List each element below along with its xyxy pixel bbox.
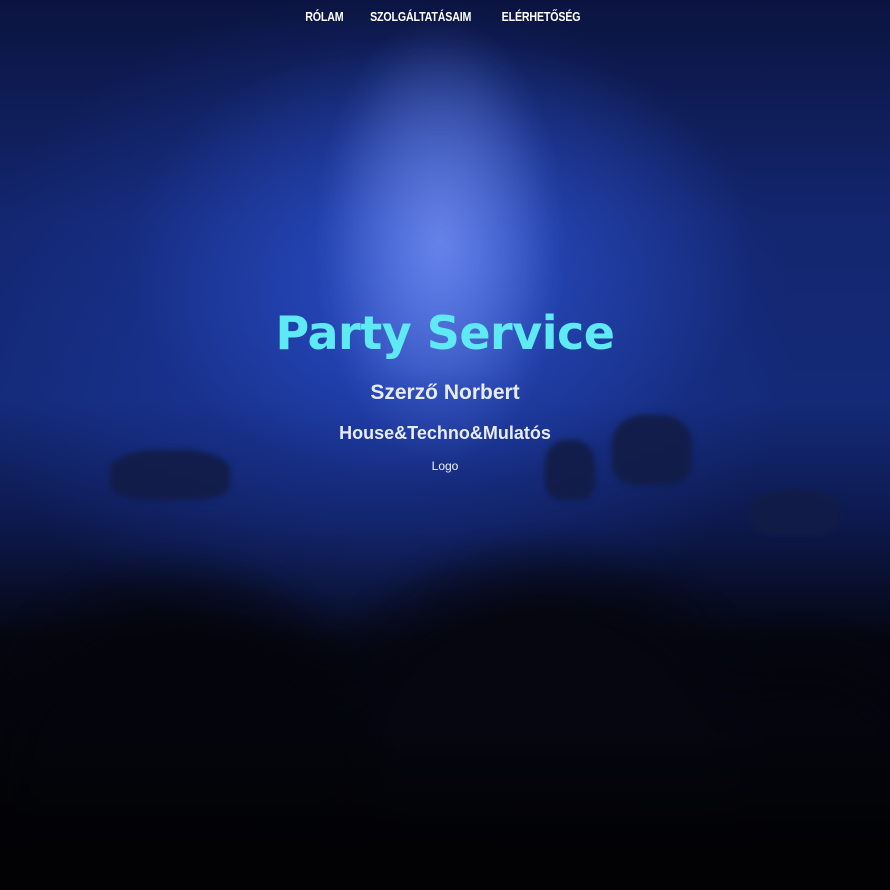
page: RÓLAM SZOLGÁLTATÁSAIM ELÉRHETŐSÉG Party … bbox=[0, 0, 890, 890]
nav-link-services[interactable]: SZOLGÁLTATÁSAIM bbox=[370, 9, 471, 24]
main-navigation: RÓLAM SZOLGÁLTATÁSAIM ELÉRHETŐSÉG bbox=[0, 9, 890, 24]
hero-title: Party Service bbox=[275, 306, 615, 360]
artist-name: Szerző Norbert bbox=[370, 381, 520, 404]
logo-image-alt: Logo bbox=[431, 459, 459, 473]
nav-link-about[interactable]: RÓLAM bbox=[305, 9, 343, 24]
music-genres: House&Techno&Mulatós bbox=[339, 423, 551, 443]
bottom-fade bbox=[0, 730, 890, 890]
hero-section: Party Service Szerző Norbert House&Techn… bbox=[0, 296, 890, 474]
nav-link-contact[interactable]: ELÉRHETŐSÉG bbox=[502, 9, 581, 24]
